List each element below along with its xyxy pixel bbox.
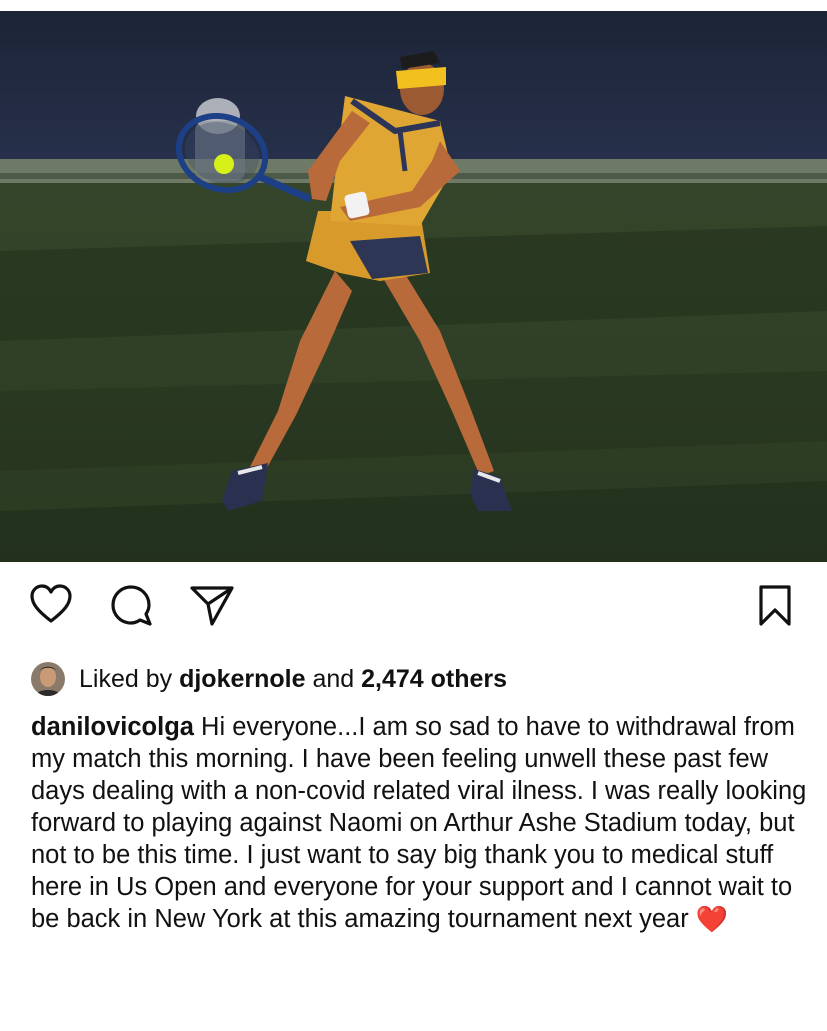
caption-username[interactable]: danilovicolga bbox=[31, 713, 194, 741]
liked-by-prefix: Liked by bbox=[79, 664, 173, 693]
paper-plane-icon[interactable] bbox=[188, 582, 234, 628]
avatar[interactable] bbox=[31, 662, 65, 696]
heart-emoji: ❤️ bbox=[695, 904, 729, 934]
caption-text: Hi everyone...I am so sad to have to wit… bbox=[31, 713, 807, 933]
liked-by-conjunction: and bbox=[312, 664, 355, 693]
comment-bubble-icon[interactable] bbox=[108, 582, 154, 628]
post-actions-bar bbox=[0, 582, 827, 638]
liked-by-user[interactable]: djokernole bbox=[179, 665, 305, 694]
post-photo[interactable] bbox=[0, 11, 827, 562]
bookmark-outline-icon[interactable] bbox=[752, 582, 798, 628]
post-caption: danilovicolga Hi everyone...I am so sad … bbox=[31, 711, 811, 935]
liked-by-row: Liked by djokernole and 2,474 others bbox=[31, 659, 507, 699]
likes-count[interactable]: 2,474 others bbox=[361, 665, 507, 694]
top-strip bbox=[0, 0, 827, 11]
heart-outline-icon[interactable] bbox=[28, 582, 74, 628]
